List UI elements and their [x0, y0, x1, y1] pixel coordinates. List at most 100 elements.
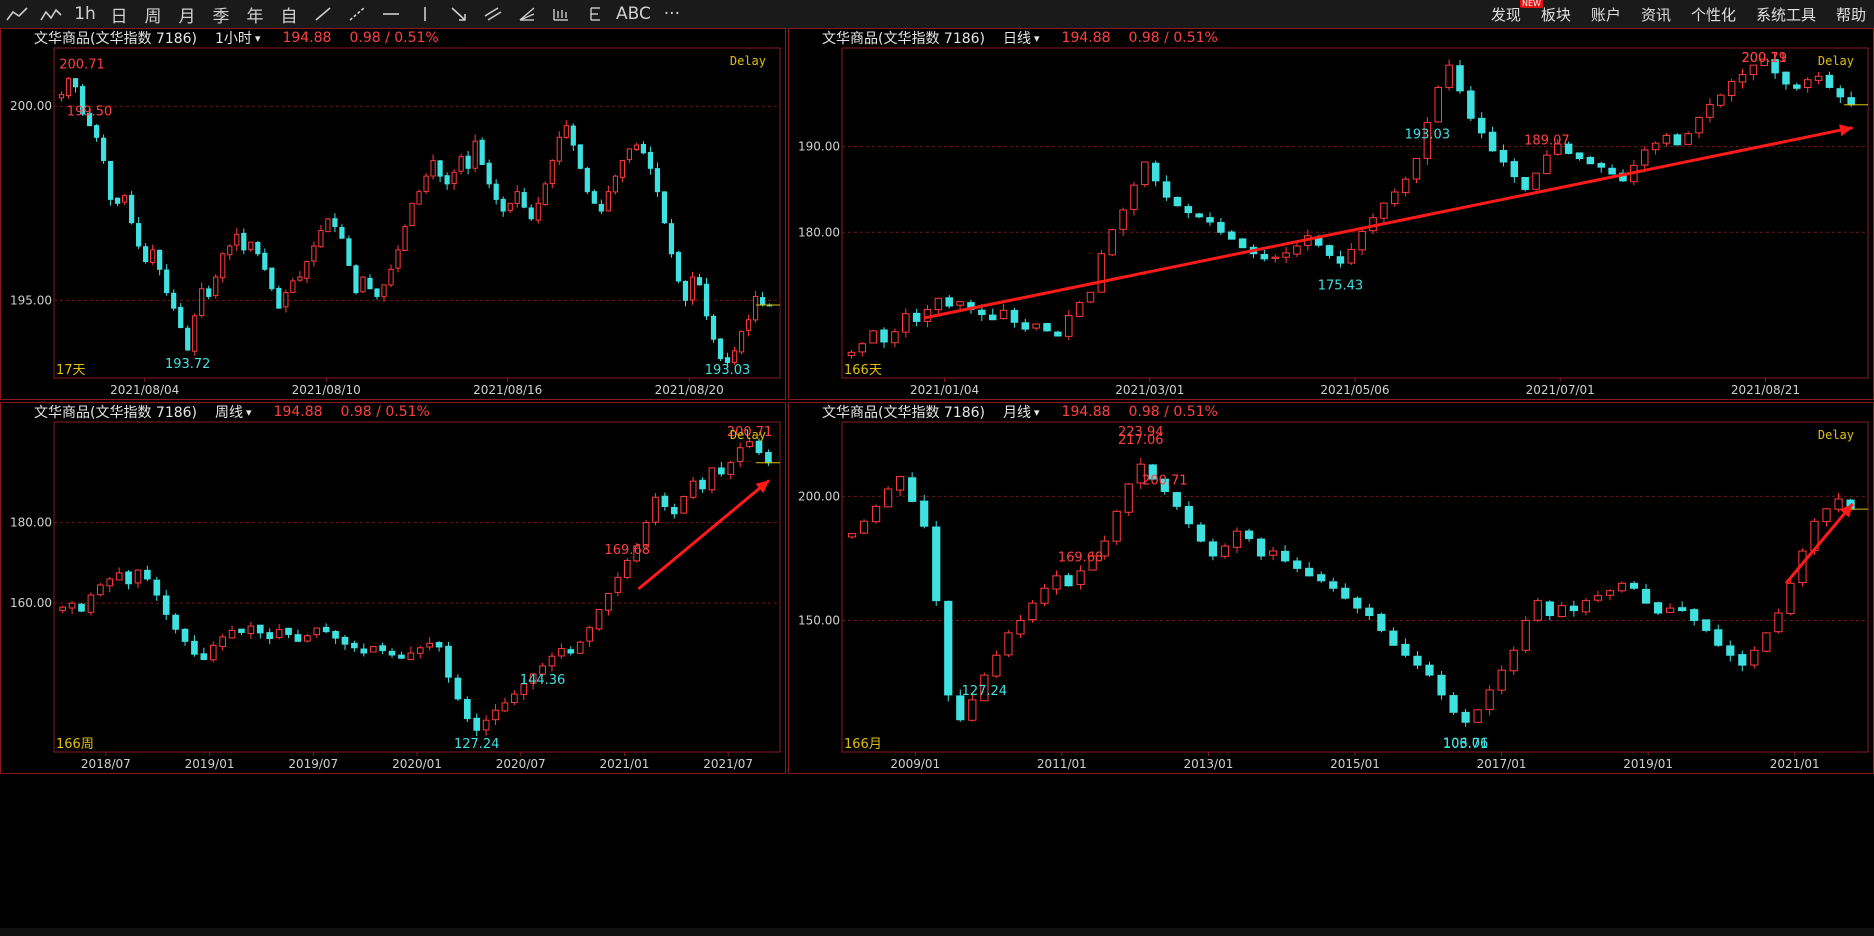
candle	[367, 274, 373, 290]
candlestick-chart[interactable]: 180.00 160.00 2018/07 2019/01 2019/07 2020/01…	[0, 402, 786, 774]
high-annotation: 200.71	[59, 58, 105, 73]
candle	[1347, 242, 1356, 265]
candle	[1293, 242, 1301, 258]
candle	[1389, 627, 1398, 646]
candle	[614, 572, 622, 597]
candle	[1485, 685, 1494, 716]
toolbar-item[interactable]: 年	[242, 0, 268, 28]
candle	[1488, 126, 1497, 152]
candle	[992, 650, 1001, 678]
low-annotation: 144.36	[520, 673, 566, 688]
fibonacci-fan-button[interactable]	[514, 0, 540, 28]
candle	[652, 493, 659, 526]
candle	[591, 189, 597, 204]
candle	[294, 629, 302, 642]
diagonal-line-button[interactable]	[310, 0, 336, 28]
menu-item[interactable]: 资讯	[1641, 4, 1671, 25]
candle	[1268, 546, 1278, 561]
candle	[1702, 619, 1711, 633]
chart-panel-hourly[interactable]: 文华商品(文华指数 7186) 1小时 ▾ 194.88 0.98 / 0.51%…	[0, 28, 786, 400]
toolbar-item[interactable]: ABC	[616, 0, 651, 28]
candle	[765, 449, 772, 466]
candle	[416, 189, 422, 205]
candle	[1473, 708, 1482, 723]
candle	[1581, 597, 1591, 616]
toolbar-item[interactable]: 季	[208, 0, 234, 28]
candle	[988, 308, 997, 321]
candle	[1064, 573, 1073, 587]
candle	[1521, 176, 1529, 192]
candle	[1497, 665, 1506, 695]
candle	[1065, 310, 1073, 341]
y-tick-label: 160.00	[10, 596, 52, 610]
candle	[351, 640, 358, 652]
candle	[332, 213, 338, 233]
x-tick-label: 2011/01	[1037, 757, 1087, 771]
candle	[1557, 601, 1566, 618]
candle	[65, 77, 72, 99]
toolbar-item[interactable]: 周	[140, 0, 166, 28]
candle	[1726, 640, 1735, 662]
bar-count-label: 166周	[56, 737, 94, 752]
toolbar-item[interactable]: 日	[106, 0, 132, 28]
x-tick-label: 2020/07	[496, 757, 546, 771]
toolbar-item[interactable]: 自	[276, 0, 302, 28]
bar-count-label: 17天	[56, 363, 86, 378]
candle	[1076, 565, 1085, 590]
candle	[871, 504, 881, 524]
low-annotation: 175.43	[1318, 278, 1364, 293]
menu-item[interactable]: 个性化	[1691, 4, 1736, 25]
menu-item[interactable]: 系统工具	[1756, 4, 1816, 25]
x-tick-label: 2021/07	[703, 757, 753, 771]
candle	[1738, 68, 1747, 89]
menu-item[interactable]: 账户	[1591, 4, 1621, 25]
parallel-channel-icon	[484, 6, 502, 22]
bar-pattern-icon	[552, 6, 570, 22]
candle	[283, 289, 289, 313]
toolbar-item[interactable]: 1h	[72, 0, 98, 28]
candle	[567, 646, 575, 656]
x-tick-label: 2021/03/01	[1115, 383, 1184, 397]
x-tick-label: 2021/08/20	[655, 383, 724, 397]
candle	[313, 627, 321, 638]
menu-item[interactable]: 板块	[1541, 4, 1571, 25]
candle	[670, 503, 678, 519]
more-icon[interactable]: ···	[659, 0, 685, 28]
candle	[703, 277, 710, 320]
horizontal-line-button[interactable]	[378, 0, 404, 28]
chart-panel-weekly[interactable]: 文华商品(文华指数 7186) 周线 ▾ 194.88 0.98 / 0.51% …	[0, 402, 786, 774]
bar-pattern-button[interactable]	[548, 0, 574, 28]
candle	[297, 271, 303, 282]
parallel-channel-button[interactable]	[480, 0, 506, 28]
chart-panel-daily[interactable]: 文华商品(文华指数 7186) 日线 ▾ 194.88 0.98 / 0.51% …	[788, 28, 1874, 400]
ray-line-button[interactable]	[344, 0, 370, 28]
menu-item[interactable]: 帮助	[1836, 4, 1866, 25]
toolbar-item[interactable]: 月	[174, 0, 200, 28]
fibonacci-retracement-button[interactable]	[582, 0, 608, 28]
candlestick-chart[interactable]: 200.00 150.00 2009/01 2011/01 2013/01 2015/01…	[788, 402, 1874, 774]
line-tool-button[interactable]	[4, 0, 30, 28]
candle	[482, 715, 490, 736]
candle	[912, 308, 921, 327]
arrow-tool-button[interactable]	[446, 0, 472, 28]
candle	[558, 643, 565, 659]
candle	[689, 477, 697, 500]
candle	[153, 576, 161, 601]
x-tick-label: 2019/01	[1623, 757, 1673, 771]
vertical-line-button[interactable]	[412, 0, 438, 28]
low-annotation: 193.72	[165, 357, 211, 372]
candlestick-chart[interactable]: 200.00 195.00 2021/08/04 2021/08/10 2021/08/…	[0, 28, 786, 400]
candle	[346, 235, 352, 266]
candle	[472, 134, 478, 173]
candle	[1054, 330, 1062, 337]
candlestick-chart[interactable]: 190.00 180.00 2021/01/04 2021/03/01 2021/05/…	[788, 28, 1874, 400]
candle	[1010, 307, 1019, 328]
high-annotation: 169.68	[1058, 551, 1104, 566]
menu-item[interactable]: 发现 NEW	[1491, 0, 1543, 25]
chart-panel-monthly[interactable]: 文华商品(文华指数 7186) 月线 ▾ 194.88 0.98 / 0.51% …	[788, 402, 1874, 774]
candle	[920, 494, 929, 529]
candle	[388, 648, 396, 658]
multi-line-tool-button[interactable]	[38, 0, 64, 28]
candle	[144, 565, 151, 582]
candle	[576, 640, 584, 654]
